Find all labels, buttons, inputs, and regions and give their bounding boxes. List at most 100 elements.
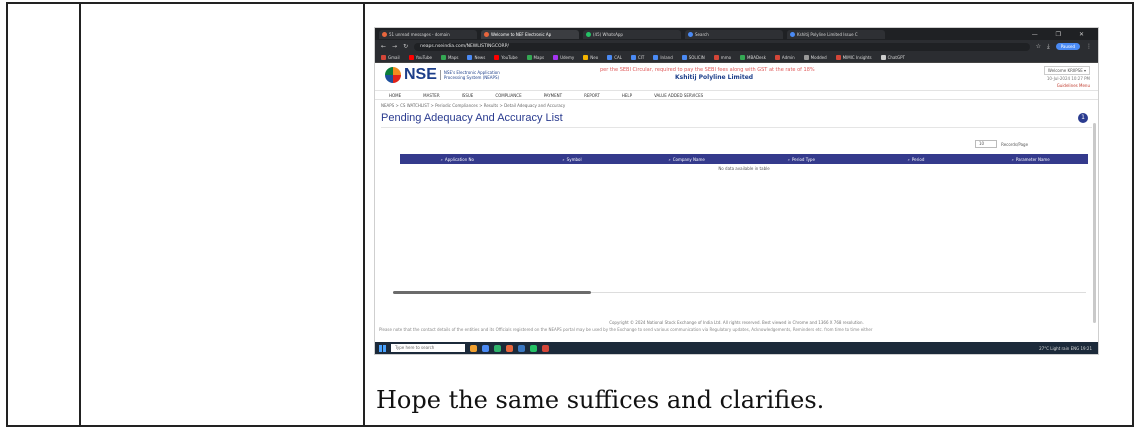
tab-label: Search <box>695 31 709 37</box>
browser-tab[interactable]: Search <box>685 29 783 39</box>
bookmark-item[interactable]: Modded <box>803 55 827 60</box>
browser-tab[interactable]: Kshitij Polyline Limited Issue C <box>787 29 885 39</box>
profile-button[interactable]: Paused <box>1055 43 1080 50</box>
download-icon[interactable]: ⤓ <box>1047 43 1050 51</box>
column-header[interactable]: ⌕ Symbol <box>515 157 630 162</box>
filter-icon[interactable]: ⌕ <box>441 157 443 162</box>
records-per-page: 10 Records/Page <box>975 140 1028 148</box>
menu-icon[interactable]: ⋮ <box>1086 43 1092 50</box>
bookmark-item[interactable]: Maps <box>440 55 459 60</box>
bookmark-item[interactable]: Udemy <box>553 55 574 60</box>
horizontal-scrollbar[interactable] <box>393 291 591 294</box>
nse-header: NSE NSE's Electronic Application Process… <box>375 63 1098 89</box>
filter-icon[interactable]: ⌕ <box>1012 157 1014 162</box>
app-icon[interactable] <box>470 344 477 352</box>
copyright-text: Copyright © 2024 National Stock Exchange… <box>609 320 864 325</box>
star-icon[interactable]: ☆ <box>1036 43 1041 50</box>
filter-icon[interactable]: ⌕ <box>908 157 910 162</box>
tab-favicon-icon <box>790 31 795 37</box>
menu-item[interactable]: PAYMENT <box>544 93 562 98</box>
bookmark-item[interactable]: YouTube <box>494 55 518 60</box>
column-label: Parameter Name <box>1015 156 1050 162</box>
browser-tab[interactable]: Welcome to NEF Electronic Ap <box>481 29 579 39</box>
vertical-scrollbar[interactable] <box>1093 123 1096 323</box>
menu-item[interactable]: ISSUE <box>462 93 474 98</box>
bookmark-label: Modded <box>810 55 827 60</box>
nse-logo-text: NSE <box>404 66 437 83</box>
bookmark-item[interactable]: ChatGPT <box>880 55 905 60</box>
bookmark-item[interactable]: YouTube <box>408 55 432 60</box>
bookmark-item[interactable]: News <box>467 55 485 60</box>
windows-start-icon[interactable] <box>379 344 386 352</box>
column-header[interactable]: ⌕ Company Name <box>629 157 744 162</box>
filter-icon[interactable]: ⌕ <box>562 157 564 162</box>
count-badge: 1 <box>1078 113 1088 123</box>
table-header: ⌕ Application No ⌕ Symbol ⌕ Company Name ⌕ Peri… <box>400 154 1088 164</box>
address-bar: ← → ↻ neaps.nseindia.com/NEWLISTINGCORP/… <box>375 40 1098 53</box>
menu-item[interactable]: HOME <box>389 93 401 98</box>
bookmark-item[interactable]: MBADesk <box>740 55 766 60</box>
filter-icon[interactable]: ⌕ <box>669 157 671 162</box>
browser-tab[interactable]: 51 unread messages - domain <box>379 29 477 39</box>
app-icon[interactable] <box>542 344 549 352</box>
windows-taskbar: Type here to search 27°C Light rain ENG … <box>375 342 1098 354</box>
menu-item[interactable]: HELP <box>622 93 632 98</box>
column-header[interactable]: ⌕ Parameter Name <box>973 157 1088 162</box>
taskbar-search[interactable]: Type here to search <box>391 344 465 352</box>
menu-item[interactable]: MASTER <box>423 93 439 98</box>
bookmark-item[interactable]: Inland <box>653 55 673 60</box>
bookmark-item[interactable]: Maps <box>526 55 544 60</box>
browser-tab[interactable]: (45) WhatsApp <box>583 29 681 39</box>
app-icon[interactable] <box>482 344 489 352</box>
column-header[interactable]: ⌕ Period <box>859 157 974 162</box>
caption-text: Hope the same suffices and clarifies. <box>376 386 825 414</box>
reload-icon[interactable]: ↻ <box>403 43 408 50</box>
nse-logo[interactable]: NSE NSE's Electronic Application Process… <box>385 66 500 84</box>
menu-item[interactable]: REPORT <box>584 93 600 98</box>
empty-table-message: No data available in table <box>718 166 770 171</box>
records-select[interactable]: 10 <box>975 140 998 148</box>
bookmark-item[interactable]: Admin <box>774 55 795 60</box>
app-icon[interactable] <box>518 344 525 352</box>
bookmark-item[interactable]: Neo <box>583 55 598 60</box>
window-controls[interactable]: — ❐ ✕ <box>1032 31 1098 38</box>
filter-icon[interactable]: ⌕ <box>788 157 790 162</box>
bookmark-label: CIT <box>637 55 645 60</box>
forward-icon[interactable]: → <box>392 43 397 50</box>
bookmark-icon <box>740 55 746 60</box>
nse-page: NSE NSE's Electronic Application Process… <box>375 63 1098 342</box>
bookmark-label: Gmail <box>388 55 400 60</box>
column-header[interactable]: ⌕ Period Type <box>744 157 859 162</box>
bookmark-icon <box>467 55 473 60</box>
bookmark-item[interactable]: CIT <box>630 55 645 60</box>
page-title: Pending Adequacy And Accuracy List <box>381 112 563 124</box>
column-label: Period Type <box>792 156 815 162</box>
column-header[interactable]: ⌕ Application No <box>400 157 515 162</box>
bookmark-item[interactable]: MIMIC Insights <box>835 55 872 60</box>
guidelines-link[interactable]: Guidelines Menu <box>1057 83 1090 88</box>
bookmark-icon <box>607 55 613 60</box>
bookmark-item[interactable]: Gmail <box>381 55 400 60</box>
url-field[interactable]: neaps.nseindia.com/NEWLISTINGCORP/ <box>414 42 1030 51</box>
back-icon[interactable]: ← <box>381 43 386 50</box>
main-menu: HOME MASTER ISSUE COMPLIANCE PAYMENT REPORT HE… <box>375 90 1098 100</box>
menu-item[interactable]: COMPLIANCE <box>495 93 521 98</box>
bookmark-label: CAL <box>614 55 622 60</box>
bookmark-item[interactable]: CAL <box>607 55 622 60</box>
bookmark-icon <box>381 55 386 60</box>
bookmark-item[interactable]: mmo <box>713 55 731 60</box>
app-icon[interactable] <box>506 344 513 352</box>
app-icon[interactable] <box>530 344 537 352</box>
app-icon[interactable] <box>494 344 501 352</box>
bookmark-icon <box>681 55 687 60</box>
bookmark-icon <box>553 55 559 60</box>
language-indicator: ENG <box>1070 345 1080 351</box>
menu-item[interactable]: VALUE ADDED SERVICES <box>654 93 703 98</box>
bookmark-icon <box>880 55 886 60</box>
bookmark-label: Udemy <box>560 55 575 60</box>
user-menu[interactable]: Welcome KRIIPSE ▾ <box>1043 66 1090 75</box>
bookmark-label: Maps <box>447 55 459 60</box>
bookmark-item[interactable]: SOLICIN <box>681 55 705 60</box>
bookmark-icon <box>630 55 636 60</box>
tab-favicon-icon <box>688 31 693 37</box>
